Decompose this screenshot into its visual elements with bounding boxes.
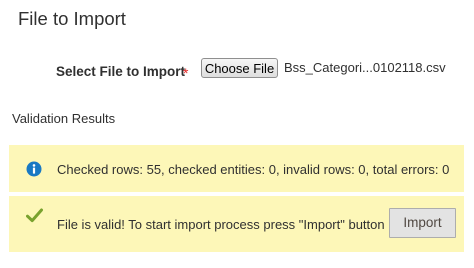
info-message: Checked rows: 55, checked entities: 0, i… — [9, 145, 464, 192]
selected-file-name: Bss_Categori...0102118.csv — [284, 60, 446, 75]
section-title: File to Import — [18, 8, 126, 29]
info-circle-icon — [26, 161, 42, 177]
checkmark-icon — [26, 207, 43, 224]
choose-file-button[interactable]: Choose File — [201, 58, 278, 78]
info-message-text: Checked rows: 55, checked entities: 0, i… — [57, 162, 450, 177]
select-file-label: Select File to Import — [56, 64, 186, 79]
success-message: File is valid! To start import process p… — [9, 196, 464, 252]
required-indicator: * — [183, 65, 189, 81]
import-button[interactable]: Import — [389, 208, 456, 238]
validation-results-heading: Validation Results — [12, 111, 116, 126]
file-select-row: Select File to Import * Choose File Bss_… — [0, 56, 474, 82]
import-page: File to Import Select File to Import * C… — [0, 0, 474, 268]
success-message-text: File is valid! To start import process p… — [57, 217, 385, 232]
